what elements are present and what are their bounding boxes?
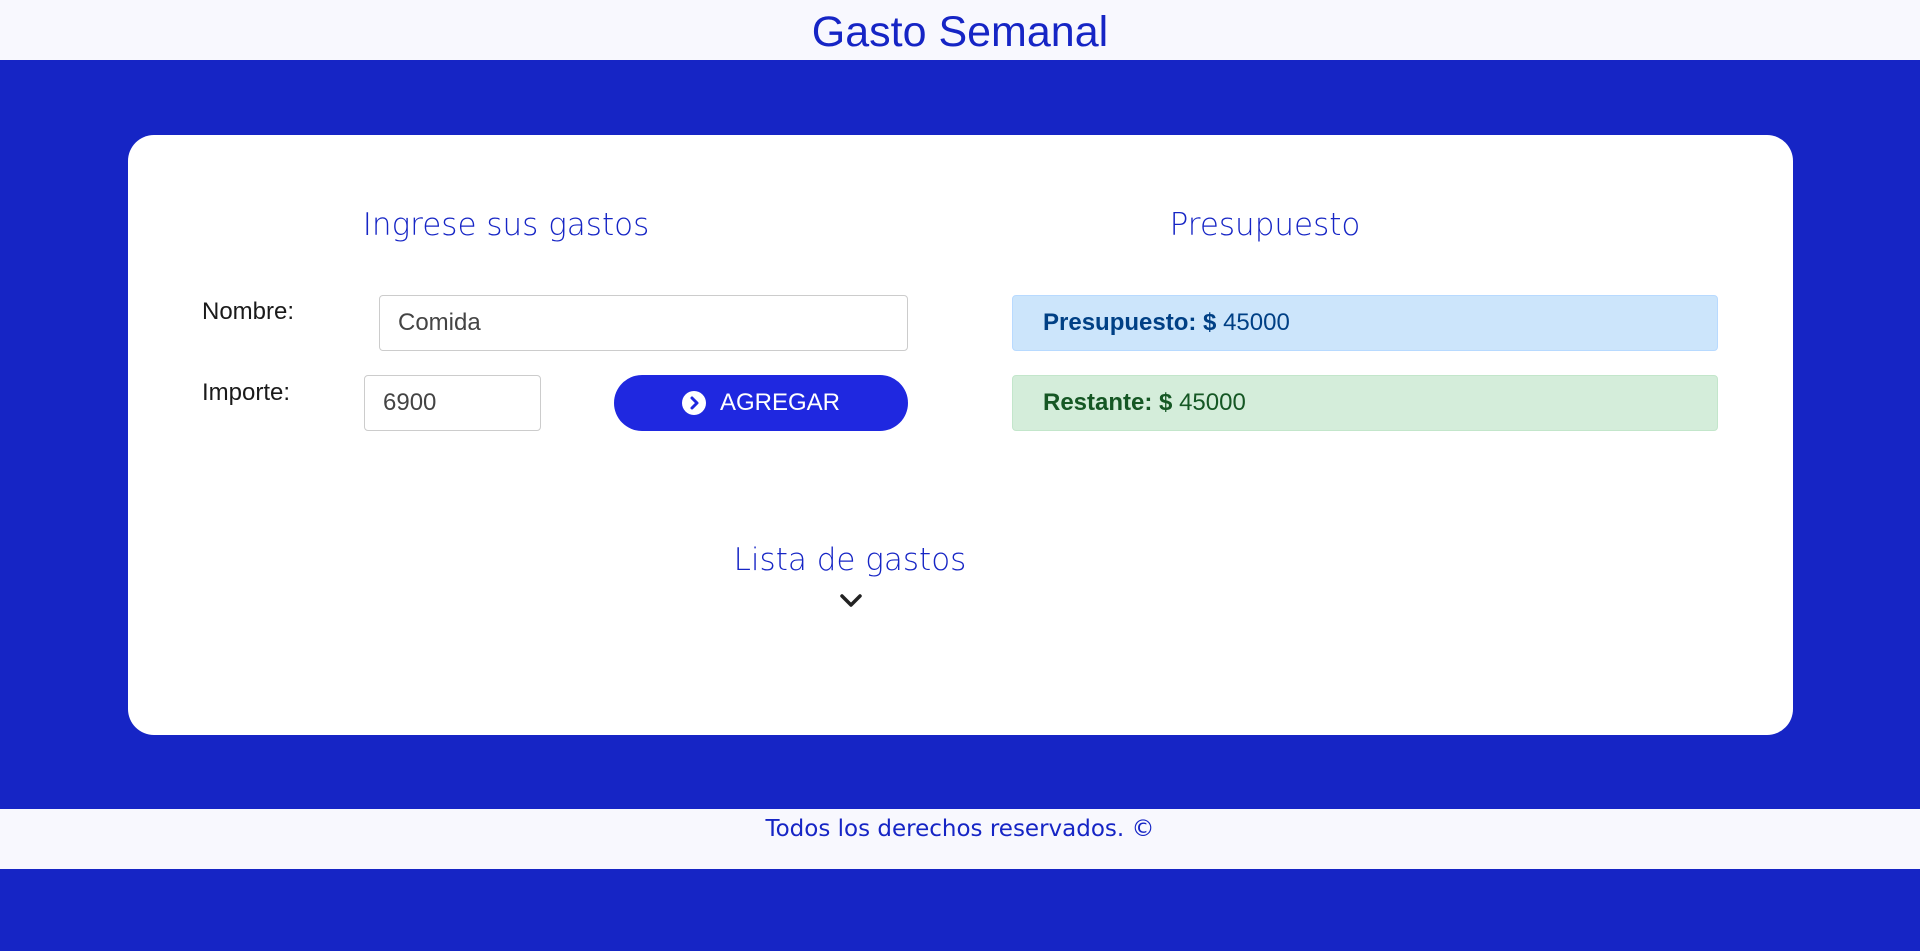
budget-total-label: Presupuesto: (1043, 309, 1197, 336)
main-card: Ingrese sus gastos Nombre: Importe: AGRE… (128, 135, 1793, 735)
budget-total-box: Presupuesto: $ 45000 (1012, 295, 1718, 351)
expense-list-title: Lista de gastos (733, 542, 967, 578)
budget-remaining-box: Restante: $ 45000 (1012, 375, 1718, 431)
footer-copyright: Todos los derechos reservados. © (765, 816, 1155, 842)
page-header: Gasto Semanal (0, 0, 1920, 60)
budget-remaining-label: Restante: (1043, 389, 1153, 416)
budget-remaining-value: 45000 (1179, 389, 1246, 416)
budget-remaining-currency: $ (1159, 389, 1173, 416)
add-button-label: AGREGAR (719, 389, 841, 416)
add-expense-button[interactable]: AGREGAR (614, 375, 908, 431)
name-input[interactable] (379, 295, 908, 351)
expense-form-title: Ingrese sus gastos (362, 207, 650, 243)
amount-input[interactable] (364, 375, 541, 431)
name-label: Nombre: (202, 298, 295, 325)
budget-total-currency: $ (1203, 309, 1217, 336)
page-title: Gasto Semanal (811, 8, 1109, 56)
budget-title: Presupuesto (1169, 207, 1361, 243)
chevron-circle-right-icon (681, 391, 706, 415)
page-footer: Todos los derechos reservados. © (0, 809, 1920, 869)
budget-total-value: 45000 (1223, 309, 1290, 336)
amount-label: Importe: (202, 379, 291, 406)
chevron-down-icon[interactable] (839, 593, 863, 609)
